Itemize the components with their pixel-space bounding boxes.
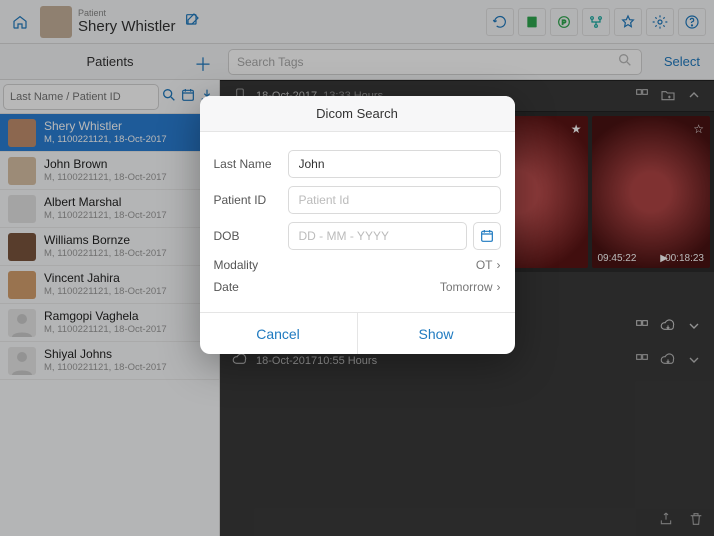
patient-id-label: Patient ID: [214, 193, 288, 207]
date-value: Tomorrow: [440, 280, 493, 294]
modality-value: OT: [476, 258, 493, 272]
dob-label: DOB: [214, 229, 288, 243]
chevron-right-icon: ›: [497, 280, 501, 294]
dicom-search-modal: Dicom Search Last Name Patient ID DOB Mo…: [200, 96, 515, 354]
last-name-label: Last Name: [214, 157, 288, 171]
cancel-button[interactable]: Cancel: [200, 313, 358, 354]
date-row[interactable]: Date Tomorrow ›: [214, 280, 501, 294]
modal-overlay: Dicom Search Last Name Patient ID DOB Mo…: [0, 0, 714, 536]
patient-id-input[interactable]: [288, 186, 501, 214]
modal-title: Dicom Search: [200, 96, 515, 132]
calendar-picker-icon[interactable]: [473, 222, 501, 250]
last-name-input[interactable]: [288, 150, 501, 178]
date-label: Date: [214, 280, 288, 294]
dob-input[interactable]: [288, 222, 467, 250]
modality-row[interactable]: Modality OT ›: [214, 258, 501, 272]
chevron-right-icon: ›: [497, 258, 501, 272]
modality-label: Modality: [214, 258, 288, 272]
show-button[interactable]: Show: [358, 313, 515, 354]
